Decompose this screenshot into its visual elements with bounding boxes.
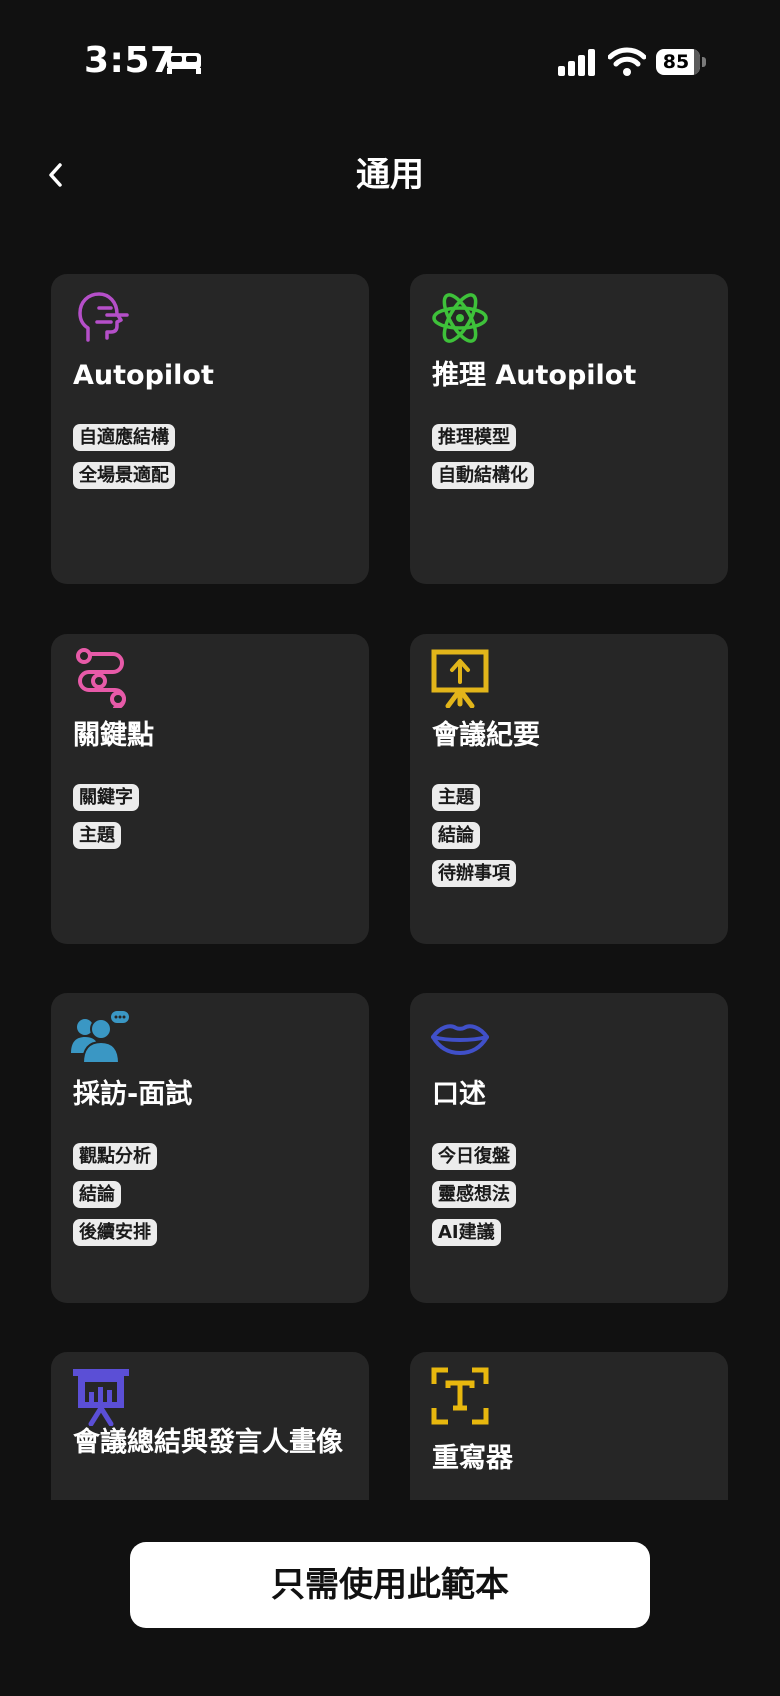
tag: 靈感想法 <box>432 1181 516 1208</box>
template-card-rewriter[interactable]: 重寫器 <box>410 1352 728 1500</box>
text-scan-icon <box>431 1367 489 1425</box>
wifi-icon <box>608 47 646 76</box>
battery-cap <box>702 57 706 67</box>
tag: 今日復盤 <box>432 1143 516 1170</box>
page-title: 通用 <box>356 155 424 195</box>
template-card-interview[interactable]: 採訪-面試 觀點分析 結論 後續安排 <box>51 993 369 1303</box>
head-speaking-icon <box>78 292 129 342</box>
presentation-board-icon <box>431 649 489 708</box>
template-grid: Autopilot 自適應結構 全場景適配 推理 Autopilot 推理模型 … <box>0 260 780 1500</box>
template-card-meeting-minutes[interactable]: 會議紀要 主題 結論 待辦事項 <box>410 634 728 944</box>
template-card-meeting-summary-speaker-profile[interactable]: 會議總結與發言人畫像 <box>51 1352 369 1500</box>
status-time: 3:57 <box>84 40 176 81</box>
card-title: Autopilot <box>73 360 214 391</box>
battery-indicator: 85 <box>656 49 706 75</box>
lips-icon <box>431 1024 489 1055</box>
tag-list: 自適應結構 全場景適配 <box>73 424 175 500</box>
template-card-autopilot[interactable]: Autopilot 自適應結構 全場景適配 <box>51 274 369 584</box>
tag: 自適應結構 <box>73 424 175 451</box>
tag: 關鍵字 <box>73 784 139 811</box>
battery-level: 85 <box>662 51 690 73</box>
tag: 觀點分析 <box>73 1143 157 1170</box>
card-title: 關鍵點 <box>73 720 154 751</box>
card-title: 推理 Autopilot <box>432 360 637 391</box>
card-title: 口述 <box>432 1079 486 1110</box>
tag: 全場景適配 <box>73 462 175 489</box>
template-card-key-points[interactable]: 關鍵點 關鍵字 主題 <box>51 634 369 944</box>
card-title: 會議總結與發言人畫像 <box>73 1427 343 1458</box>
tag-list: 觀點分析 結論 後續安排 <box>73 1143 157 1257</box>
battery-body: 85 <box>656 49 700 75</box>
atom-icon <box>432 293 488 343</box>
tag: 後續安排 <box>73 1219 157 1246</box>
route-path-icon <box>76 648 126 708</box>
tag-list: 推理模型 自動結構化 <box>432 424 534 500</box>
screen: 3:57 85 通用 Autopilot 自適應結構 全場景適配 推理 Auto… <box>0 0 780 1696</box>
interview-people-icon <box>71 1011 129 1064</box>
tag: 主題 <box>432 784 480 811</box>
tag: 待辦事項 <box>432 860 516 887</box>
tag: 主題 <box>73 822 121 849</box>
template-card-dictation[interactable]: 口述 今日復盤 靈感想法 AI建議 <box>410 993 728 1303</box>
tag: 結論 <box>73 1181 121 1208</box>
card-title: 會議紀要 <box>432 720 540 751</box>
sleep-bed-icon <box>167 53 201 74</box>
tag-list: 主題 結論 待辦事項 <box>432 784 516 898</box>
card-title: 採訪-面試 <box>73 1079 193 1110</box>
chart-presentation-icon <box>73 1369 129 1426</box>
tag: 結論 <box>432 822 480 849</box>
template-card-reasoning-autopilot[interactable]: 推理 Autopilot 推理模型 自動結構化 <box>410 274 728 584</box>
card-title: 重寫器 <box>432 1443 513 1474</box>
tag-list: 關鍵字 主題 <box>73 784 139 860</box>
use-template-button[interactable]: 只需使用此範本 <box>130 1542 650 1628</box>
tag: 推理模型 <box>432 424 516 451</box>
tag: AI建議 <box>432 1219 501 1246</box>
cellular-signal-icon <box>558 49 595 76</box>
tag-list: 今日復盤 靈感想法 AI建議 <box>432 1143 516 1257</box>
tag: 自動結構化 <box>432 462 534 489</box>
